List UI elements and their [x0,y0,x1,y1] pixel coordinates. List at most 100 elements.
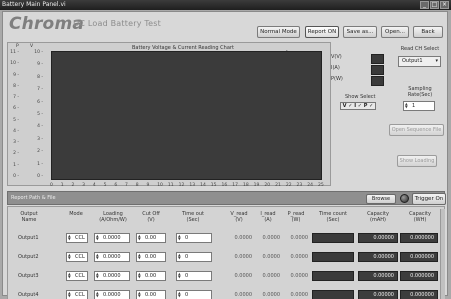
capacity-mah-display: 0.00000 [358,271,398,281]
timeout-input[interactable]: ▲ ▼ 0 [176,290,212,299]
capacity-wh-display: 0.000000 [400,290,438,299]
y-tick-label-v: 7 - [37,87,43,93]
spinner-icon[interactable]: ▲ ▼ [138,272,143,279]
column-header-time-count: (Sec) [326,217,340,223]
minimize-icon[interactable]: _ [420,1,429,9]
capacity-mah-display: 0.00000 [358,290,398,299]
cutoff-input[interactable]: ▲ ▼ 0.00 [136,233,166,243]
time-count-display [312,290,354,299]
x-tick-label: 15 [210,183,217,188]
spinner-icon[interactable]: ▲ ▼ [138,234,143,241]
show-loading-button[interactable]: Show Loading [397,155,437,167]
legend-swatch-p[interactable] [371,76,384,86]
legend-item: P(W) [331,76,343,82]
report-path-label: Report Path & File [11,195,56,201]
spinner-icon[interactable]: ▲ ▼ [138,291,143,298]
y-tick-label-p: 9 - [13,72,19,78]
column-header-loading: (A/Ohm/W) [99,217,127,223]
chevron-down-icon: ▾ [435,58,438,64]
spinner-icon[interactable]: ▲ ▼ [68,272,73,279]
column-header-timeout: (Sec) [186,217,200,223]
field-value: 0 [185,292,189,298]
normal-mode-button[interactable]: Normal Mode [257,26,300,38]
loading-input[interactable]: ▲ ▼ 0.0000 [94,290,130,299]
cutoff-input[interactable]: ▲ ▼ 0.00 [136,271,166,281]
capacity-mah-display: 0.00000 [358,252,398,262]
mode-select[interactable]: ▲ ▼ CCL [66,290,88,299]
i-read-value: 0.0000 [262,292,281,298]
mode-select[interactable]: ▲ ▼ CCL [66,252,88,262]
sampling-rate-input[interactable]: ▲ ▼ 1 [403,101,435,111]
y-tick-label-v: 2 - [37,149,43,155]
time-count-display [312,271,354,281]
field-value: 0.00 [145,254,157,260]
loading-input[interactable]: ▲ ▼ 0.0000 [94,271,130,281]
output-name: Output4 [18,292,39,298]
spinner-icon[interactable]: ▲ ▼ [96,234,101,241]
trigger-on-button[interactable]: Trigger On [412,193,446,205]
spinner-icon[interactable]: ▲ ▼ [96,272,101,279]
spinner-icon[interactable]: ▲ ▼ [178,291,183,298]
spinner-icon[interactable]: ▲ ▼ [178,253,183,260]
p-read-value: 0.0000 [290,292,309,298]
spinner-icon[interactable]: ▲ ▼ [68,253,73,260]
open-sequence-file-button[interactable]: Open Sequence File [389,124,444,136]
y-tick-label-p: 5 - [13,117,19,123]
save-as-button[interactable]: Save as... [343,26,377,38]
spinner-icon[interactable]: ▲ ▼ [68,234,73,241]
timeout-input[interactable]: ▲ ▼ 0 [176,271,212,281]
y-tick-label-p: 0 - [13,174,19,179]
output-name: Output2 [18,254,39,260]
browse-button[interactable]: Browse [366,194,396,204]
window-controls: _ □ × [420,1,449,9]
spinner-icon[interactable]: ▲ ▼ [178,272,183,279]
cutoff-input[interactable]: ▲ ▼ 0.00 [136,252,166,262]
x-tick-label: 12 [178,183,185,188]
x-tick-label: 20 [264,183,271,188]
report-on-button[interactable]: Report ON [305,26,339,38]
x-tick-label: 22 [285,183,292,188]
v-read-value: 0.0000 [234,254,253,260]
table-scrollbar[interactable] [440,209,445,299]
legend-swatch-v[interactable] [371,54,384,64]
output-table: Output Name Mode Loading (A/Ohm/W) Cut Off (V)… [7,206,445,299]
field-value: 0.00 [145,273,157,279]
spinner-icon[interactable]: ▲ ▼ [178,234,183,241]
open-button[interactable]: Open... [381,26,409,38]
spinner-icon[interactable]: ▲ ▼ [138,253,143,260]
v-axis-label: V [30,44,34,49]
show-select-control[interactable]: V ✓ I ✓ P ✓ [340,102,376,110]
loading-input[interactable]: ▲ ▼ 0.0000 [94,233,130,243]
y-tick-label-p: 6 - [13,106,19,112]
x-tick-label: 11 [167,183,174,188]
read-ch-select[interactable]: Output1 ▾ [398,56,441,67]
spinner-icon[interactable]: ▲ ▼ [405,102,410,109]
spinner-icon[interactable]: ▲ ▼ [96,291,101,298]
maximize-icon[interactable]: □ [430,1,439,9]
loading-input[interactable]: ▲ ▼ 0.0000 [94,252,130,262]
back-button[interactable]: Back [413,26,443,38]
column-header-cutoff: (V) [147,217,155,223]
chart-plot-area [51,51,322,180]
close-icon[interactable]: × [440,1,449,9]
x-tick-label: 14 [200,183,206,188]
field-value: CCL [75,254,85,260]
spinner-icon[interactable]: ▲ ▼ [96,253,101,260]
capacity-mah-display: 0.00000 [358,233,398,243]
column-header-v-read: (V) [235,217,243,223]
i-read-value: 0.0000 [262,254,281,260]
mode-select[interactable]: ▲ ▼ CCL [66,233,88,243]
y-tick-label-v: 9 - [37,62,43,68]
legend-swatch-i[interactable] [371,65,384,75]
cutoff-input[interactable]: ▲ ▼ 0.00 [136,290,166,299]
spinner-icon[interactable]: ▲ ▼ [68,291,73,298]
time-count-display [312,252,354,262]
window-titlebar: Battery Main Panel.vi [0,0,451,10]
x-tick-label: 23 [296,183,303,188]
mode-select[interactable]: ▲ ▼ CCL [66,271,88,281]
timeout-input[interactable]: ▲ ▼ 0 [176,252,212,262]
legend-item: V(V) [331,54,342,60]
timeout-input[interactable]: ▲ ▼ 0 [176,233,212,243]
x-tick-label: 9 [146,183,150,188]
y-tick-label-p: 3 - [13,140,19,146]
